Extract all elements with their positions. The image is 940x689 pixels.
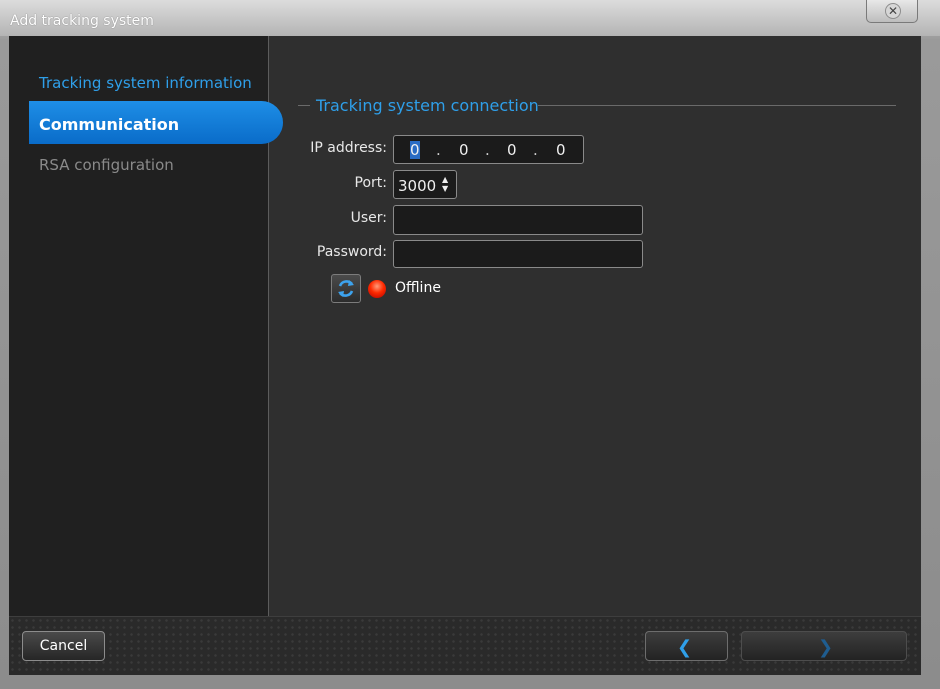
dialog-body: Tracking system information Communicatio…: [9, 36, 921, 616]
ip-address-label-wrap: IP address:: [289, 140, 387, 160]
connection-status-text: Offline: [395, 280, 441, 296]
offline-status-icon: [368, 280, 386, 298]
window-title: Add tracking system: [10, 13, 154, 29]
ip-octet-2[interactable]: 0: [459, 141, 469, 159]
chevron-right-icon: ❯: [818, 637, 834, 658]
port-stepper[interactable]: 3000 ▲ ▼: [393, 170, 457, 199]
chevron-left-icon: ❮: [677, 637, 693, 658]
user-label-wrap: User:: [289, 210, 387, 230]
spinner-arrows-icon[interactable]: ▲ ▼: [442, 175, 452, 195]
ip-address-label: IP address:: [310, 140, 387, 156]
port-label: Port:: [354, 175, 387, 191]
wizard-footer: Cancel ❮ ❯: [9, 616, 921, 675]
cancel-button[interactable]: Cancel: [22, 631, 105, 661]
user-input[interactable]: [393, 205, 643, 235]
ip-dot: .: [485, 141, 490, 159]
next-button[interactable]: ❯: [741, 631, 907, 661]
ip-dot: .: [436, 141, 441, 159]
port-value[interactable]: 3000: [398, 177, 436, 195]
ip-address-input[interactable]: 0 . 0 . 0 . 0: [393, 135, 584, 164]
ip-octet-1[interactable]: 0: [410, 141, 420, 159]
group-divider-right: [538, 105, 896, 106]
ip-dot: .: [533, 141, 538, 159]
communication-panel: Tracking system connection IP address: 0…: [269, 36, 921, 616]
back-button[interactable]: ❮: [645, 631, 728, 661]
sidebar-item-communication[interactable]: Communication: [29, 101, 283, 144]
wizard-sidebar: Tracking system information Communicatio…: [9, 36, 283, 616]
ip-octet-4[interactable]: 0: [556, 141, 566, 159]
password-label: Password:: [316, 244, 387, 260]
add-tracking-system-dialog: Add tracking system ✕ Tracking system in…: [0, 0, 940, 689]
title-bar[interactable]: Add tracking system ✕: [0, 0, 940, 36]
ip-octet-3[interactable]: 0: [507, 141, 517, 159]
sidebar-item-rsa-configuration: RSA configuration: [39, 156, 174, 174]
section-title: Tracking system connection: [316, 96, 539, 115]
user-label: User:: [350, 210, 387, 226]
password-input[interactable]: [393, 240, 643, 268]
close-icon: ✕: [885, 3, 901, 19]
port-label-wrap: Port:: [289, 175, 387, 195]
sidebar-item-tracking-system-information[interactable]: Tracking system information: [39, 74, 252, 92]
refresh-button[interactable]: [331, 274, 361, 303]
close-button[interactable]: ✕: [866, 0, 918, 23]
password-label-wrap: Password:: [289, 244, 387, 264]
refresh-icon: [338, 280, 354, 297]
group-divider-left: [298, 105, 310, 106]
